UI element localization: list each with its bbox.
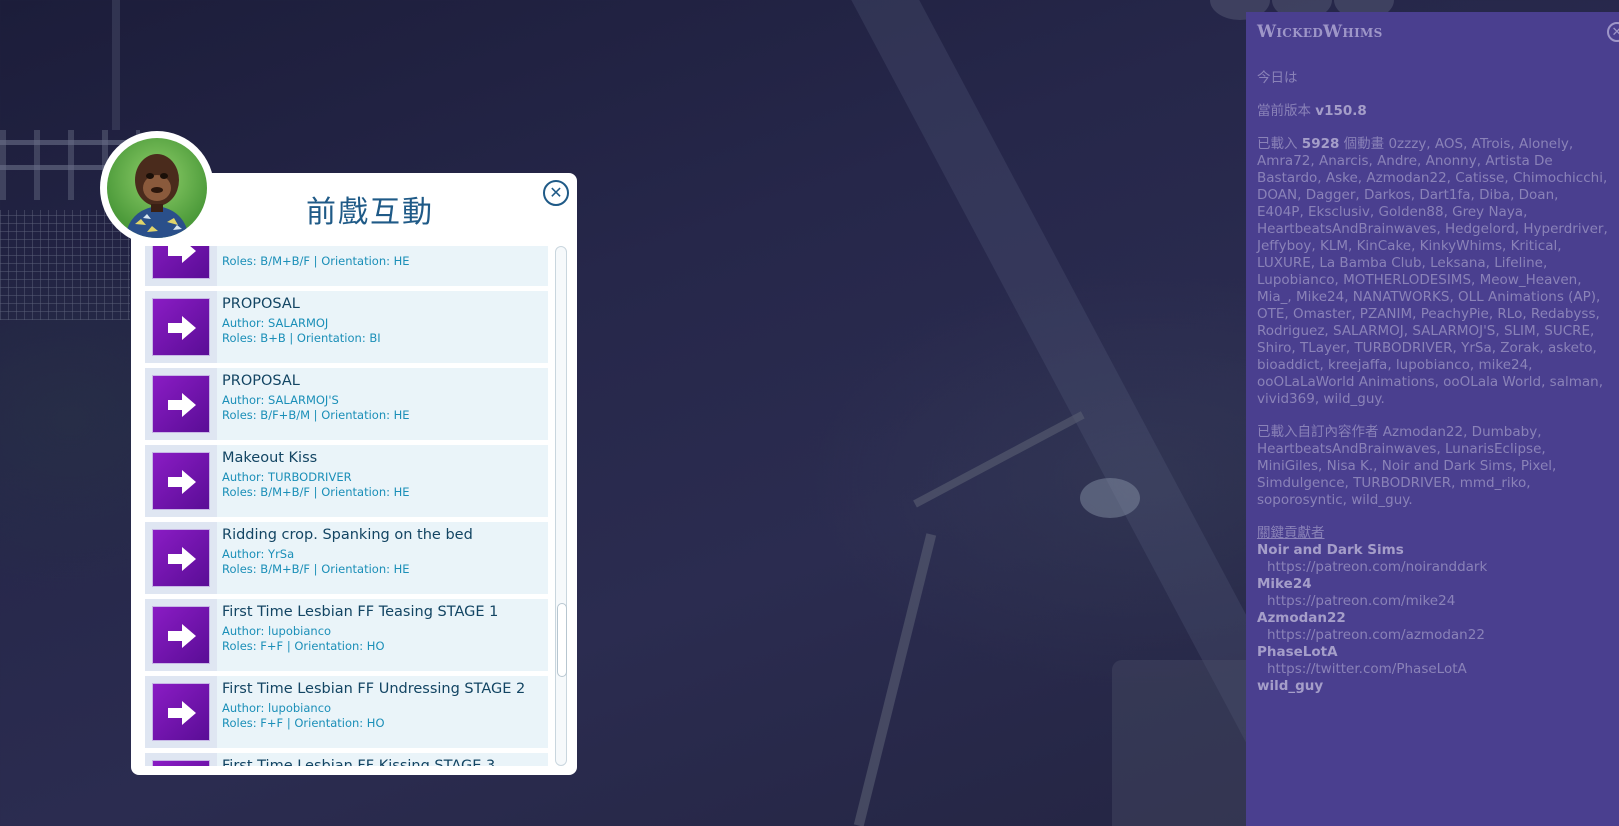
item-author: Author: lupobianco: [222, 624, 332, 638]
scrollbar-thumb[interactable]: [557, 603, 567, 677]
contributor-name: Noir and Dark Sims: [1257, 542, 1404, 558]
item-title: PROPOSAL: [222, 373, 300, 389]
item-title: PROPOSAL: [222, 296, 300, 312]
contributor-url[interactable]: https://patreon.com/azmodan22: [1267, 627, 1609, 644]
loaded-suffix: 個動畫: [1343, 136, 1385, 152]
lattice-shape: [0, 210, 130, 320]
lamp-arm: [913, 411, 1085, 508]
item-author: Author: lupobianco: [222, 701, 332, 715]
item-author: Author: TURBODRIVER: [222, 470, 352, 484]
loaded-label: 已載入: [1257, 136, 1298, 152]
contributor-list: Noir and Dark Sims https://patreon.com/n…: [1257, 542, 1609, 695]
contributor-name: Azmodan22: [1257, 610, 1346, 626]
sim-portrait-icon: [125, 154, 189, 238]
item-roles: Roles: B/M+B/F | Orientation: HE: [222, 562, 410, 576]
interaction-dialog: 前戲互動 ✕ Roles: B/M+B/F | Orientation: HE …: [131, 173, 577, 775]
version-label: 當前版本: [1257, 103, 1311, 119]
list-item[interactable]: PROPOSAL Author: SALARMOJ'S Roles: B/F+B…: [145, 368, 548, 440]
list-item[interactable]: First Time Lesbian FF Undressing STAGE 2…: [145, 676, 548, 748]
item-title: Ridding crop. Spanking on the bed: [222, 527, 473, 543]
arrow-right-icon: [168, 393, 196, 417]
item-author: Author: SALARMOJ'S: [222, 393, 339, 407]
list-item[interactable]: Makeout Kiss Author: TURBODRIVER Roles: …: [145, 445, 548, 517]
contributor-name: Mike24: [1257, 576, 1312, 592]
arrow-right-icon: [168, 470, 196, 494]
item-roles: Roles: B+B | Orientation: BI: [222, 331, 381, 345]
item-title: First Time Lesbian FF Kissing STAGE 3: [222, 758, 496, 766]
close-icon[interactable]: ✕: [543, 180, 569, 206]
item-roles: Roles: B/M+B/F | Orientation: HE: [222, 485, 410, 499]
arrow-right-icon: [168, 624, 196, 648]
list-item[interactable]: First Time Lesbian FF Kissing STAGE 3: [145, 753, 548, 766]
arrow-right-icon: [168, 246, 196, 263]
lamp-head: [1080, 478, 1140, 518]
contributor-url[interactable]: https://patreon.com/mike24: [1267, 593, 1609, 610]
item-author: Author: SALARMOJ: [222, 316, 329, 330]
info-panel: ✕ WickedWhims 今日は 當前版本 v150.8 已載入 5928 個…: [1246, 12, 1619, 826]
item-roles: Roles: B/F+B/M | Orientation: HE: [222, 408, 410, 422]
contributor-url[interactable]: https://patreon.com/noiranddark: [1267, 559, 1609, 576]
version-value: v150.8: [1315, 103, 1367, 119]
today-label: 今日は: [1257, 70, 1298, 86]
contributors-heading: 關鍵貢獻者: [1257, 525, 1325, 541]
info-title: WickedWhims: [1257, 22, 1383, 42]
contributor-name: wild_guy: [1257, 678, 1324, 694]
arrow-right-icon: [168, 701, 196, 725]
pole-shape: [112, 0, 120, 130]
loaded-animations: 已載入 5928 個動畫 0zzzy, AOS, ATrois, Alonely…: [1257, 136, 1609, 408]
lamp-pole: [853, 533, 937, 826]
sim-avatar: [107, 138, 207, 238]
list-item[interactable]: Ridding crop. Spanking on the bed Author…: [145, 522, 548, 594]
scene-block: [1112, 660, 1252, 826]
contributor-url[interactable]: https://twitter.com/PhaseLotA: [1267, 661, 1609, 678]
item-roles: Roles: B/M+B/F | Orientation: HE: [222, 254, 410, 268]
custom-content: 已載入自訂內容作者 Azmodan22, Dumbaby, Heartbeats…: [1257, 424, 1609, 509]
arrow-right-icon: [168, 316, 196, 340]
version-line: 當前版本 v150.8: [1257, 103, 1609, 120]
item-title: Makeout Kiss: [222, 450, 318, 466]
item-roles: Roles: F+F | Orientation: HO: [222, 639, 385, 653]
item-title: First Time Lesbian FF Undressing STAGE 2: [222, 681, 526, 697]
loaded-count: 5928: [1301, 136, 1340, 152]
list-item[interactable]: PROPOSAL Author: SALARMOJ Roles: B+B | O…: [145, 291, 548, 363]
custom-label: 已載入自訂內容作者: [1257, 424, 1379, 440]
arrow-right-icon: [168, 547, 196, 571]
list-item[interactable]: First Time Lesbian FF Teasing STAGE 1 Au…: [145, 599, 548, 671]
item-roles: Roles: F+F | Orientation: HO: [222, 716, 385, 730]
item-title: First Time Lesbian FF Teasing STAGE 1: [222, 604, 499, 620]
list-item[interactable]: Roles: B/M+B/F | Orientation: HE: [145, 246, 548, 286]
animator-list: 0zzzy, AOS, ATrois, Alonely, Amra72, Ana…: [1257, 136, 1608, 407]
item-author: Author: YrSa: [222, 547, 295, 561]
list-scrollbar[interactable]: [555, 246, 567, 766]
interaction-list[interactable]: Roles: B/M+B/F | Orientation: HE PROPOSA…: [145, 246, 548, 766]
contributor-name: PhaseLotA: [1257, 644, 1338, 660]
